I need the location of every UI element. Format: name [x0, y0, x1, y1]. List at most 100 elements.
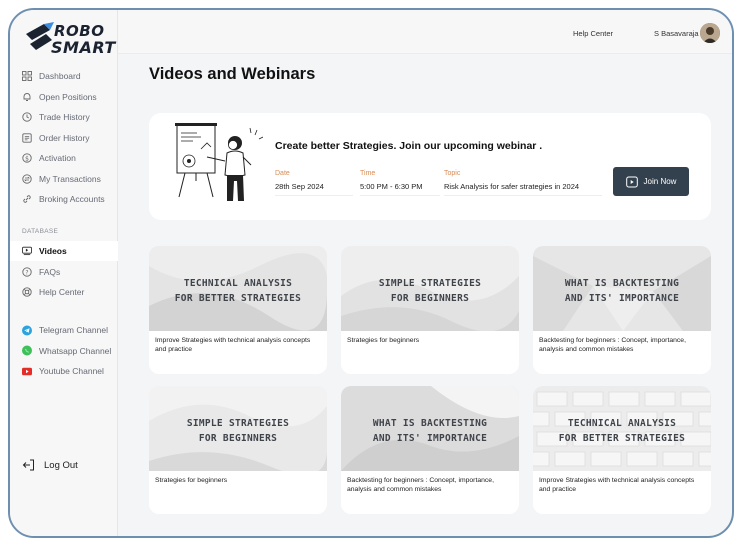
- thumbnail-title-line2: FOR BETTER STRATEGIES: [558, 433, 686, 444]
- thumbnail-title: SIMPLE STRATEGIES FOR BEGINNERS: [149, 416, 327, 446]
- time-value: 5:00 PM - 6:30 PM: [360, 182, 440, 196]
- sidebar: ROBO SMART Dashboard Open Positions Trad…: [10, 10, 118, 536]
- sidebar-item-open-positions[interactable]: Open Positions: [10, 87, 118, 107]
- logout-icon: [22, 458, 36, 472]
- logout-button[interactable]: Log Out: [22, 458, 78, 472]
- sidebar-item-broking-accounts[interactable]: Broking Accounts: [10, 189, 118, 209]
- sidebar-item-label: FAQs: [39, 266, 61, 277]
- video-thumbnail[interactable]: SIMPLE STRATEGIES FOR BEGINNERS: [341, 246, 519, 331]
- sidebar-item-faqs[interactable]: ? FAQs: [10, 262, 118, 282]
- join-now-label: Join Now: [643, 177, 677, 186]
- user-name: S Basavaraja: [654, 29, 699, 38]
- video-card[interactable]: SIMPLE STRATEGIES FOR BEGINNERS Strategi…: [149, 386, 327, 514]
- list-icon: [22, 132, 32, 143]
- video-thumbnail[interactable]: TECHNICAL ANALYSIS FOR BETTER STRATEGIES: [149, 246, 327, 331]
- database-nav: Videos ? FAQs Help Center: [10, 241, 118, 303]
- video-description: Improve Strategies with technical analys…: [155, 337, 311, 353]
- video-description: Strategies for beginners: [347, 337, 420, 344]
- thumbnail-title-line2: AND ITS' IMPORTANCE: [372, 433, 488, 444]
- telegram-icon: [22, 325, 32, 335]
- video-card[interactable]: TECHNICAL ANALYSIS FOR BETTER STRATEGIES…: [149, 246, 327, 374]
- channels-nav: Telegram Channel Whatsapp Channel Youtub…: [10, 320, 118, 382]
- video-card[interactable]: WHAT IS BACKTESTING AND ITS' IMPORTANCE …: [341, 386, 519, 514]
- sidebar-item-label: Help Center: [39, 287, 85, 297]
- help-center-link[interactable]: Help Center: [573, 29, 613, 38]
- topic-label: Topic: [444, 170, 461, 177]
- avatar[interactable]: [700, 23, 720, 43]
- user-avatar-icon: [700, 23, 720, 43]
- sidebar-item-dashboard[interactable]: Dashboard: [10, 66, 118, 86]
- clock-icon: [22, 112, 32, 122]
- lifebuoy-icon: [22, 287, 32, 297]
- exchange-icon: [22, 173, 32, 184]
- sidebar-item-label: Telegram Channel: [39, 325, 108, 335]
- presenter-illustration: [175, 123, 263, 201]
- grid-icon: [22, 71, 32, 81]
- video-card[interactable]: WHAT IS BACKTESTING AND ITS' IMPORTANCE …: [533, 246, 711, 374]
- sidebar-item-trade-history[interactable]: Trade History: [10, 107, 118, 127]
- thumbnail-title: SIMPLE STRATEGIES FOR BEGINNERS: [341, 276, 519, 306]
- video-description: Strategies for beginners: [155, 477, 228, 484]
- video-description: Backtesting for beginners : Concept, imp…: [539, 337, 686, 353]
- app-window: ROBO SMART Dashboard Open Positions Trad…: [8, 8, 734, 538]
- link-icon: [22, 194, 32, 204]
- sidebar-item-whatsapp[interactable]: Whatsapp Channel: [10, 341, 118, 361]
- dollar-icon: $: [22, 153, 32, 163]
- thumbnail-title-line1: TECHNICAL ANALYSIS: [183, 278, 293, 289]
- sidebar-item-label: Trade History: [39, 112, 90, 122]
- brand-name-line2: SMART: [51, 38, 116, 57]
- question-icon: ?: [22, 266, 32, 277]
- thumbnail-title-line2: FOR BETTER STRATEGIES: [174, 293, 302, 304]
- sidebar-item-activation[interactable]: $ Activation: [10, 148, 118, 168]
- thumbnail-title-line1: WHAT IS BACKTESTING: [372, 418, 488, 429]
- sidebar-item-label: Order History: [39, 132, 90, 143]
- webinar-time: Time 5:00 PM - 6:30 PM: [360, 170, 440, 196]
- video-thumbnail[interactable]: WHAT IS BACKTESTING AND ITS' IMPORTANCE: [533, 246, 711, 331]
- sidebar-item-help-center[interactable]: Help Center: [10, 282, 118, 302]
- sidebar-item-label: Youtube Channel: [39, 366, 104, 376]
- video-card[interactable]: SIMPLE STRATEGIES FOR BEGINNERS Strategi…: [341, 246, 519, 374]
- svg-text:$: $: [25, 155, 29, 162]
- video-thumbnail[interactable]: TECHNICAL ANALYSIS FOR BETTER STRATEGIES: [533, 386, 711, 471]
- sidebar-item-label: Open Positions: [39, 91, 97, 102]
- bell-icon: [22, 92, 32, 102]
- video-play-icon: [625, 176, 638, 188]
- brand-logo[interactable]: ROBO SMART: [24, 20, 116, 60]
- sidebar-item-youtube[interactable]: Youtube Channel: [10, 361, 118, 381]
- sidebar-item-telegram[interactable]: Telegram Channel: [10, 320, 118, 340]
- sidebar-item-label: My Transactions: [39, 173, 101, 184]
- thumbnail-title: WHAT IS BACKTESTING AND ITS' IMPORTANCE: [533, 276, 711, 306]
- time-label: Time: [360, 170, 376, 177]
- webinar-banner: Create better Strategies. Join our upcom…: [149, 113, 711, 220]
- thumbnail-title-line1: WHAT IS BACKTESTING: [564, 278, 680, 289]
- video-thumbnail[interactable]: WHAT IS BACKTESTING AND ITS' IMPORTANCE: [341, 386, 519, 471]
- join-now-button[interactable]: Join Now: [613, 167, 689, 196]
- thumbnail-title-line1: SIMPLE STRATEGIES: [378, 278, 482, 289]
- sidebar-item-videos[interactable]: Videos: [10, 241, 118, 261]
- video-thumbnail[interactable]: SIMPLE STRATEGIES FOR BEGINNERS: [149, 386, 327, 471]
- page-title: Videos and Webinars: [149, 65, 316, 83]
- sidebar-item-order-history[interactable]: Order History: [10, 128, 118, 148]
- date-value: 28th Sep 2024: [275, 182, 353, 196]
- sidebar-item-label: Videos: [39, 246, 67, 256]
- webinar-topic: Topic Risk Analysis for safer strategies…: [444, 170, 602, 196]
- section-label-database: DATABASE: [22, 228, 59, 235]
- thumbnail-title-line2: AND ITS' IMPORTANCE: [564, 293, 680, 304]
- sidebar-item-my-transactions[interactable]: My Transactions: [10, 169, 118, 189]
- topic-value: Risk Analysis for safer strategies in 20…: [444, 182, 602, 196]
- logout-label: Log Out: [44, 459, 78, 471]
- video-card[interactable]: TECHNICAL ANALYSIS FOR BETTER STRATEGIES…: [533, 386, 711, 514]
- video-description: Improve Strategies with technical analys…: [539, 477, 695, 493]
- video-description: Backtesting for beginners : Concept, imp…: [347, 477, 494, 493]
- thumbnail-title-line2: FOR BEGINNERS: [198, 433, 278, 444]
- thumbnail-title: WHAT IS BACKTESTING AND ITS' IMPORTANCE: [341, 416, 519, 446]
- webinar-title: Create better Strategies. Join our upcom…: [275, 140, 543, 152]
- sidebar-item-label: Whatsapp Channel: [39, 345, 112, 356]
- date-label: Date: [275, 170, 290, 177]
- thumbnail-title-line1: SIMPLE STRATEGIES: [186, 418, 290, 429]
- thumbnail-title-line2: FOR BEGINNERS: [390, 293, 470, 304]
- sidebar-item-label: Dashboard: [39, 71, 81, 81]
- thumbnail-title: TECHNICAL ANALYSIS FOR BETTER STRATEGIES: [533, 416, 711, 446]
- webinar-date: Date 28th Sep 2024: [275, 170, 353, 196]
- svg-text:?: ?: [25, 269, 28, 276]
